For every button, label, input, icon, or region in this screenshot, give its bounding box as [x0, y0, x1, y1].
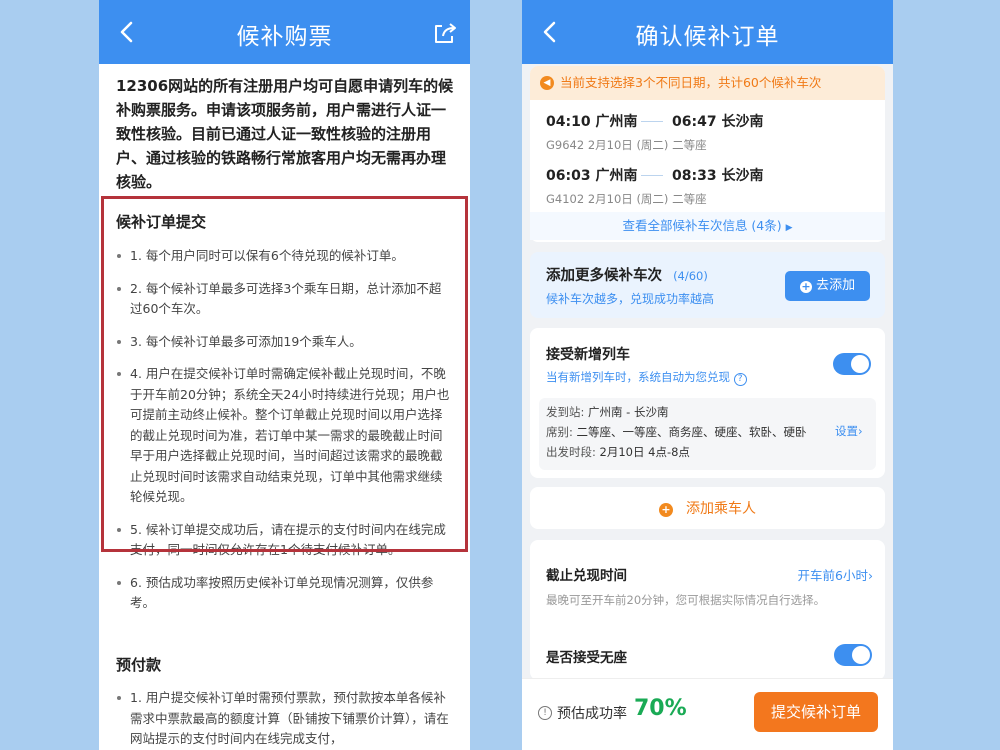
seat-label: 席别:: [546, 425, 573, 439]
prepay-rule-item: 1. 用户提交候补订单时需预付票款，预付款按本单各候补需求中票款最高的额度计算（…: [116, 688, 452, 750]
station-label: 发到站:: [546, 405, 585, 419]
to-station: 长沙南: [721, 114, 764, 130]
info-icon[interactable]: !: [538, 706, 552, 720]
time-value: 2月10日 4点-8点: [599, 445, 690, 459]
triangle-right-icon: ▶: [785, 223, 793, 233]
go-add-button[interactable]: + 去添加: [785, 271, 870, 301]
intro-paragraph: 12306网站的所有注册用户均可自愿申请列车的候补购票服务。申请该项服务前，用户…: [116, 77, 454, 191]
deadline-subtitle: 最晚可至开车前20分钟，您可根据实际情况自行选择。: [546, 593, 826, 607]
plus-circle-icon: +: [658, 503, 673, 517]
arrive-time: 08:33: [672, 168, 717, 184]
seat-type: 二等座: [672, 138, 707, 152]
left-page-title: 候补购票: [236, 24, 333, 50]
notice-text: 当前支持选择3个不同日期，共计60个候补车次: [560, 75, 822, 90]
train-item[interactable]: 06:03 广州南 08:33 长沙南 G4102 2月10日 (周二) 二等座: [546, 165, 873, 207]
deadline-selector[interactable]: 开车前6小时›: [798, 565, 873, 584]
settings-link[interactable]: 设置›: [835, 423, 863, 439]
train-date: 2月10日 (周二): [587, 138, 669, 152]
seat-type: 二等座: [672, 192, 707, 206]
time-label: 出发时段:: [546, 445, 596, 459]
bottom-bar: ! 预估成功率 70% 提交候补订单: [522, 678, 893, 750]
add-passenger-label: 添加乘车人: [686, 501, 757, 517]
train-date: 2月10日 (周二): [587, 192, 669, 206]
right-screen: 确认候补订单 ◀ 当前支持选择3个不同日期，共计60个候补车次 04:10 广州…: [522, 0, 893, 750]
accept-new-details: 发到站: 广州南 - 长沙南 席别: 二等座、一等座、商务座、硬座、软卧、硬卧 …: [539, 398, 876, 470]
left-content: 12306网站的所有注册用户均可自愿申请列车的候补购票服务。申请该项服务前，用户…: [116, 74, 456, 194]
add-passenger-button[interactable]: + 添加乘车人: [530, 487, 885, 529]
right-nav-bar: 确认候补订单: [522, 0, 893, 64]
depart-time: 06:03: [546, 168, 591, 184]
section-title-prepay: 预付款: [116, 656, 162, 674]
deadline-title: 截止兑现时间: [546, 568, 627, 584]
accept-new-subtitle-text: 当有新增列车时，系统自动为您兑现: [546, 370, 730, 384]
plus-icon: +: [799, 280, 812, 293]
from-station: 广州南: [595, 168, 638, 184]
deadline-value: 开车前6小时: [797, 568, 868, 583]
train-code: G9642: [546, 138, 585, 152]
success-rate-label: 预估成功率: [557, 706, 627, 722]
submit-order-button[interactable]: 提交候补订单: [754, 692, 878, 732]
chevron-right-icon: ›: [858, 424, 863, 438]
settings-label: 设置: [835, 424, 858, 438]
rule-item: 6. 预估成功率按照历史候补订单兑现情况测算，仅供参考。: [116, 573, 452, 614]
add-more-subtitle: 候补车次越多，兑现成功率越高: [546, 292, 715, 306]
to-station: 长沙南: [721, 168, 764, 184]
speaker-icon: ◀: [540, 76, 554, 90]
success-rate-value: 70%: [634, 696, 687, 721]
right-page-title: 确认候补订单: [635, 24, 780, 50]
no-seat-title: 是否接受无座: [546, 650, 627, 666]
add-more-count: (4/60): [673, 269, 708, 283]
no-seat-toggle[interactable]: [834, 644, 872, 666]
help-icon[interactable]: ?: [733, 373, 747, 386]
notice-banner: ◀ 当前支持选择3个不同日期，共计60个候补车次: [530, 66, 885, 100]
go-add-label: 去添加: [816, 278, 856, 293]
seat-value: 二等座、一等座、商务座、硬座、软卧、硬卧: [576, 425, 807, 439]
chevron-right-icon: ›: [868, 568, 873, 583]
accept-new-toggle[interactable]: [833, 353, 871, 375]
accept-new-title: 接受新增列车: [546, 347, 630, 363]
from-station: 广州南: [595, 114, 638, 130]
depart-time: 04:10: [546, 114, 591, 130]
add-more-title: 添加更多候补车次 (4/60): [546, 264, 708, 285]
share-icon[interactable]: [432, 20, 458, 46]
highlight-box: [101, 196, 468, 552]
view-all-label: 查看全部候补车次信息 (4条): [622, 218, 782, 233]
train-item[interactable]: 04:10 广州南 06:47 长沙南 G9642 2月10日 (周二) 二等座: [546, 111, 873, 153]
train-code: G4102: [546, 192, 585, 206]
add-more-title-text: 添加更多候补车次: [546, 268, 662, 284]
left-nav-bar: 候补购票: [99, 0, 470, 64]
route-line: [641, 121, 663, 122]
route-line: [641, 175, 663, 176]
arrive-time: 06:47: [672, 114, 717, 130]
view-all-trains-link[interactable]: 查看全部候补车次信息 (4条) ▶: [530, 212, 885, 240]
accept-new-subtitle: 当有新增列车时，系统自动为您兑现 ?: [546, 369, 747, 386]
station-value: 广州南 - 长沙南: [588, 405, 669, 419]
